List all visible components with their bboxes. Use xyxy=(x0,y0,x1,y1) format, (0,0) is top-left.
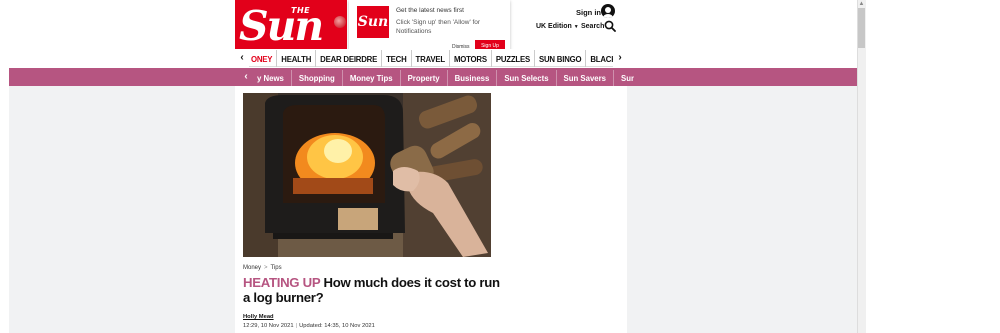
edition-selector[interactable]: UK Edition ▼ xyxy=(536,23,579,30)
page-container: Sun THE Sun Get the latest news first Cl… xyxy=(9,0,857,333)
edition-label: UK Edition xyxy=(536,23,572,30)
scrollbar[interactable] xyxy=(857,0,866,333)
primary-nav-item[interactable]: BLACK FRIDAY xyxy=(586,50,613,67)
primary-nav-item[interactable]: SUN BINGO xyxy=(535,50,587,67)
secondary-nav-item[interactable]: Money Tips xyxy=(343,70,401,86)
notification-body: Click 'Sign up' then 'Allow' for Notific… xyxy=(396,19,481,35)
nav-next-chevron-icon[interactable]: › xyxy=(613,49,627,67)
logo-the: THE xyxy=(291,6,311,15)
breadcrumb-tips[interactable]: Tips xyxy=(271,265,282,271)
subnav-prev-chevron-icon[interactable]: ‹ xyxy=(240,68,252,86)
headline-kicker: HEATING UP xyxy=(243,275,321,290)
primary-nav-item[interactable]: ONEY xyxy=(247,50,278,67)
primary-nav-item[interactable]: DEAR DEIRDRE xyxy=(316,50,383,67)
date-divider: | xyxy=(295,323,298,329)
secondary-nav-item[interactable]: Sun Selects xyxy=(497,70,557,86)
notification-logo: Sun xyxy=(357,6,389,38)
primary-nav-item[interactable]: MOTORS xyxy=(450,50,492,67)
primary-nav-item[interactable]: PUZZLES xyxy=(492,50,535,67)
search-icon[interactable] xyxy=(604,20,616,32)
signin-link[interactable]: Sign in xyxy=(576,8,601,17)
notification-title: Get the latest news first xyxy=(396,7,464,14)
nav-prev-chevron-icon[interactable]: ‹ xyxy=(235,49,249,67)
secondary-nav-item[interactable]: Property xyxy=(401,70,448,86)
breadcrumb-money[interactable]: Money xyxy=(243,265,261,271)
notification-prompt: Sun Get the latest news first Click 'Sig… xyxy=(349,0,510,54)
primary-nav-item[interactable]: TRAVEL xyxy=(412,50,450,67)
logo-dot-icon xyxy=(334,16,346,28)
scrollbar-thumb[interactable] xyxy=(858,8,865,48)
user-avatar-icon[interactable] xyxy=(601,4,615,18)
breadcrumb-chevron-icon: > xyxy=(264,265,268,271)
article-headline: HEATING UP How much does it cost to run … xyxy=(243,275,503,305)
secondary-nav-item[interactable]: Business xyxy=(448,70,498,86)
search-link[interactable]: Search xyxy=(581,23,604,30)
updated-time: Updated: 14:35, 10 Nov 2021 xyxy=(299,323,375,329)
secondary-nav-item[interactable]: y News xyxy=(250,70,292,86)
primary-nav-item[interactable]: HEALTH xyxy=(277,50,317,67)
article-hero-image xyxy=(243,93,491,257)
secondary-nav-items: y News Shopping Money Tips Property Business… xyxy=(250,68,634,86)
secondary-nav: y News Shopping Money Tips Property Business… xyxy=(9,68,857,86)
published-time: 12:29, 10 Nov 2021 xyxy=(243,323,294,329)
primary-nav: ONEY HEALTH DEAR DEIRDRE TECH TRAVEL MOTORS PU… xyxy=(235,49,627,67)
secondary-nav-item[interactable]: Sun Jobs xyxy=(614,70,634,86)
scroll-up-arrow-icon[interactable]: ▲ xyxy=(857,0,866,8)
secondary-nav-item[interactable]: Sun Savers xyxy=(557,70,615,86)
secondary-nav-item[interactable]: Shopping xyxy=(292,70,343,86)
site-logo[interactable]: Sun THE xyxy=(235,0,347,49)
breadcrumb: Money > Tips xyxy=(243,265,282,271)
primary-nav-items: ONEY HEALTH DEAR DEIRDRE TECH TRAVEL MOTORS PU… xyxy=(247,49,613,67)
article-dates: 12:29, 10 Nov 2021 | Updated: 14:35, 10 No… xyxy=(243,323,375,329)
author-link[interactable]: Holly Mead xyxy=(243,314,274,320)
primary-nav-item[interactable]: TECH xyxy=(382,50,412,67)
caret-down-icon: ▼ xyxy=(573,24,579,30)
